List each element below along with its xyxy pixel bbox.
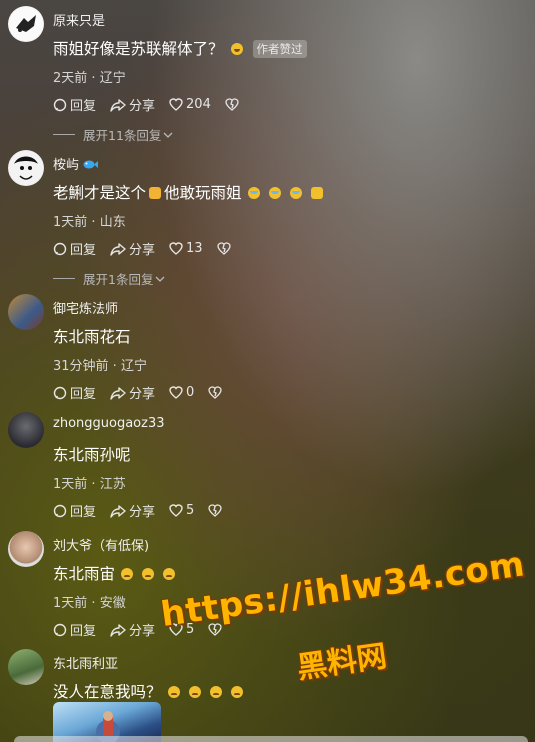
broken-heart-icon xyxy=(208,504,222,517)
share-button[interactable]: 分享 xyxy=(110,383,155,402)
broken-heart-icon xyxy=(208,386,222,399)
comment-meta: 1天前 · 安徽 xyxy=(53,596,126,611)
sad-emoji-icon xyxy=(163,568,176,580)
fish-icon xyxy=(83,160,99,169)
like-button[interactable]: 5 xyxy=(169,503,194,518)
share-icon xyxy=(110,623,126,637)
broken-heart-icon xyxy=(225,98,239,111)
thumbs-up-emoji-icon xyxy=(149,187,162,199)
username[interactable]: 桉屿 xyxy=(53,154,99,173)
chevron-down-icon xyxy=(163,132,173,138)
heart-icon xyxy=(169,386,183,399)
comment-meta: 1天前 · 江苏 xyxy=(53,477,126,492)
heart-icon xyxy=(169,98,183,111)
expand-replies-button[interactable]: 展开1条回复 xyxy=(53,269,165,288)
reply-button[interactable]: 回复 xyxy=(53,383,96,402)
ok-hand-emoji-icon xyxy=(310,187,323,199)
reply-button[interactable]: 回复 xyxy=(53,239,96,258)
like-button[interactable]: 204 xyxy=(169,97,211,112)
chevron-down-icon xyxy=(155,276,165,282)
broken-heart-icon xyxy=(216,242,231,255)
avatar[interactable] xyxy=(8,6,44,42)
dislike-button[interactable] xyxy=(216,242,234,255)
username[interactable]: 御宅炼法师 xyxy=(53,298,118,317)
like-button[interactable]: 0 xyxy=(169,385,194,400)
sad-emoji-icon xyxy=(142,568,155,580)
comment-meta: 2天前 · 辽宁 xyxy=(53,71,126,86)
comment-item: 桉屿 老鯏才是这个 他敢玩雨姐 1天前 · 山东 回复 分享 13 展开1条回复 xyxy=(0,150,535,290)
comment-meta: 1天前 · 山东 xyxy=(53,215,126,230)
smile-emoji-icon xyxy=(230,43,243,55)
comment-actions: 回复 分享 13 xyxy=(53,239,248,258)
reply-button[interactable]: 回复 xyxy=(53,501,96,520)
bottom-input-bar[interactable] xyxy=(14,736,528,742)
expand-replies-button[interactable]: 展开11条回复 xyxy=(53,125,173,144)
username[interactable]: 刘大爷（有低保) xyxy=(53,535,149,554)
avatar[interactable] xyxy=(8,531,44,567)
share-icon xyxy=(110,242,126,256)
reply-icon xyxy=(53,98,67,111)
comment-text: 没人在意我吗？ xyxy=(53,680,243,702)
sad-emoji-icon xyxy=(121,568,134,580)
dislike-button[interactable] xyxy=(208,386,225,399)
laugh-cry-emoji-icon xyxy=(247,187,260,199)
username[interactable]: 东北雨利亚 xyxy=(53,653,118,672)
avatar[interactable] xyxy=(8,294,44,330)
share-icon xyxy=(110,386,126,400)
laugh-cry-emoji-icon xyxy=(289,187,302,199)
share-icon xyxy=(110,504,126,518)
comment-actions: 回复 分享 0 xyxy=(53,383,239,402)
heart-icon xyxy=(169,242,183,255)
share-button[interactable]: 分享 xyxy=(110,501,155,520)
avatar[interactable] xyxy=(8,649,44,685)
like-button[interactable]: 13 xyxy=(169,241,203,256)
sad-emoji-icon xyxy=(167,686,180,698)
comment-text: 东北雨宙 xyxy=(53,562,176,584)
heart-icon xyxy=(169,504,183,517)
comment-text: 东北雨孙呢 xyxy=(53,446,131,464)
avatar[interactable] xyxy=(8,150,44,186)
comment-actions: 回复 分享 204 xyxy=(53,95,256,114)
share-button[interactable]: 分享 xyxy=(110,620,155,639)
dislike-button[interactable] xyxy=(208,504,225,517)
comment-item: 原来只是 雨姐好像是苏联解体了？ 作者赞过 2天前 · 辽宁 回复 分享 204 … xyxy=(0,6,535,146)
sad-emoji-icon xyxy=(188,686,201,698)
comment-text: 老鯏才是这个 他敢玩雨姐 xyxy=(53,181,323,203)
comment-actions: 回复 分享 5 xyxy=(53,501,239,520)
comment-meta: 31分钟前 · 辽宁 xyxy=(53,359,147,374)
username[interactable]: 原来只是 xyxy=(53,10,105,29)
sad-emoji-icon xyxy=(209,686,222,698)
sad-emoji-icon xyxy=(230,686,243,698)
reply-icon xyxy=(53,623,67,636)
author-liked-badge: 作者赞过 xyxy=(252,40,307,58)
reply-button[interactable]: 回复 xyxy=(53,95,96,114)
reply-icon xyxy=(53,242,67,255)
avatar[interactable] xyxy=(8,412,44,448)
share-icon xyxy=(110,98,126,112)
share-button[interactable]: 分享 xyxy=(110,239,155,258)
reply-button[interactable]: 回复 xyxy=(53,620,96,639)
dislike-button[interactable] xyxy=(225,98,242,111)
share-button[interactable]: 分享 xyxy=(110,95,155,114)
reply-icon xyxy=(53,386,67,399)
comment-text: 雨姐好像是苏联解体了？ 作者赞过 xyxy=(53,37,307,59)
laugh-cry-emoji-icon xyxy=(268,187,281,199)
comment-text: 东北雨花石 xyxy=(53,328,131,346)
username[interactable]: zhongguogaoz33 xyxy=(53,416,165,431)
reply-icon xyxy=(53,504,67,517)
